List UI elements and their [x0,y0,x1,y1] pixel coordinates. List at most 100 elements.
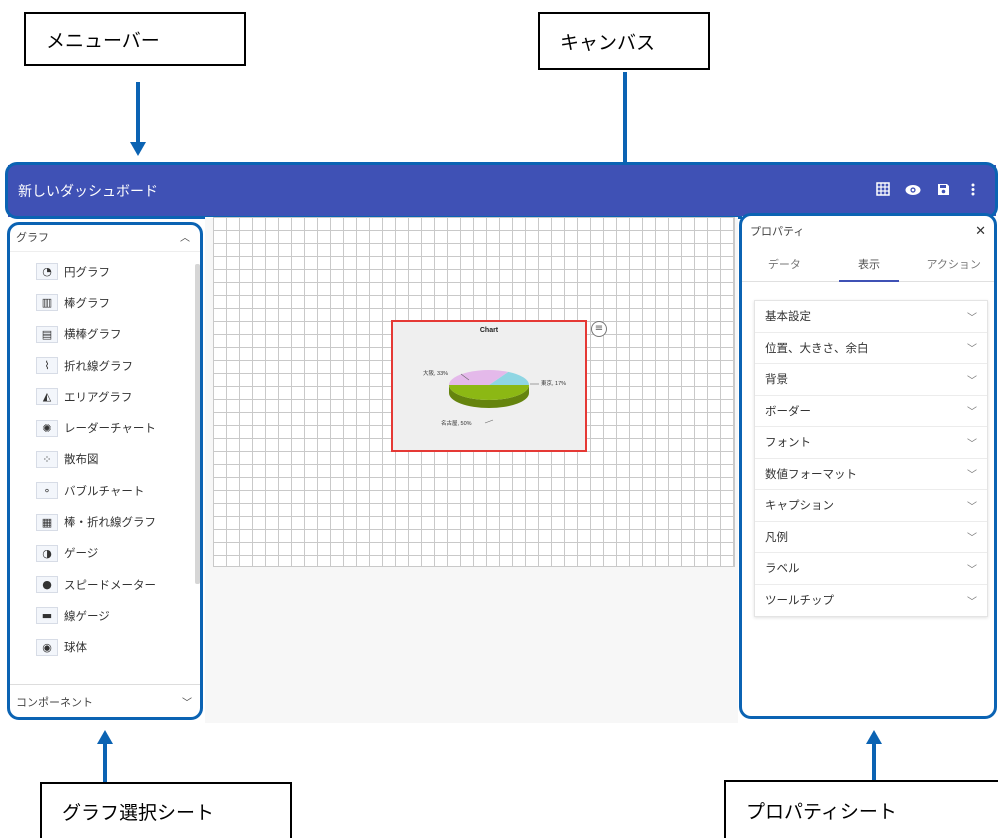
bubble-chart-icon: ∘ [36,482,58,500]
chevron-down-icon: ﹀ [967,564,977,576]
bar-chart-icon: ▥ [36,294,58,312]
graph-type-label: 円グラフ [64,264,110,279]
graph-type-item[interactable]: ⁘ 散布図 [10,444,202,475]
property-section[interactable]: ツールチップ ﹀ [755,585,987,617]
pie-data-label: 東京, 17% [541,379,566,387]
graph-list-scrollbar[interactable] [195,264,200,584]
chart-title: Chart [480,327,499,334]
tab-2[interactable]: アクション [911,246,996,281]
graph-sheet-arrowhead [97,730,113,744]
graph-type-item[interactable]: ◉ 球体 [10,632,202,663]
property-section-label: ツールチップ [765,593,834,608]
graph-type-item[interactable]: ● スピードメーター [10,569,202,600]
graph-section-title: グラフ [16,230,49,244]
graph-type-item[interactable]: ∘ バブルチャート [10,475,202,506]
component-section-header[interactable]: コンポーネント ﹀ [10,684,202,718]
chevron-down-icon: ﹀ [967,438,977,450]
grid-icon[interactable] [874,182,892,200]
property-section[interactable]: 位置、大きさ、余白 ﹀ [755,333,987,364]
graph-sheet-callout: グラフ選択シート [40,782,292,838]
property-sheet-callout-label: プロパティシート [746,800,897,823]
property-section-label: ボーダー [765,403,811,418]
property-section[interactable]: 背景 ﹀ [755,364,987,396]
graph-type-label: 線ゲージ [64,608,110,623]
more-vert-icon[interactable] [964,182,982,200]
property-section-label: 背景 [765,372,788,387]
bar-line-chart-icon: ▦ [36,513,58,531]
graph-type-item[interactable]: ▥ 棒グラフ [10,287,202,318]
canvas-callout-label: キャンバス [560,31,656,54]
graph-type-item[interactable]: ◑ ゲージ [10,538,202,569]
linear-gauge-icon: ▬ [36,607,58,625]
radar-chart-icon: ✺ [36,419,58,437]
canvas-grid[interactable]: Chart 東京, 17% 名古屋, 50% 大阪, 33% ≡ [213,217,735,567]
graph-type-label: 折れ線グラフ [64,358,133,373]
chevron-down-icon: ﹀ [967,375,977,387]
menu-bar: 新しいダッシュボード [8,165,996,217]
chart-menu-icon[interactable]: ≡ [591,321,607,337]
property-section[interactable]: フォント ﹀ [755,427,987,459]
graph-type-label: スピードメーター [64,577,156,592]
menubar-arrowhead [130,142,146,156]
graph-type-label: 散布図 [64,452,99,467]
area-chart-icon: ◭ [36,388,58,406]
property-section[interactable]: ボーダー ﹀ [755,396,987,427]
chevron-down-icon[interactable]: ﹀ [182,694,192,709]
chevron-up-icon[interactable]: ︿ [180,229,190,244]
graph-type-item[interactable]: ▦ 棒・折れ線グラフ [10,506,202,537]
chevron-down-icon: ﹀ [967,533,977,545]
graph-type-label: 球体 [64,640,87,655]
gauge-icon: ◑ [36,544,58,562]
property-section-label: キャプション [765,498,834,513]
menubar-arrow [136,82,140,142]
chart-widget[interactable]: Chart 東京, 17% 名古屋, 50% 大阪, 33% [391,320,587,452]
graph-sheet-callout-label: グラフ選択シート [62,801,215,824]
tab-0[interactable]: データ [742,246,827,281]
eye-icon[interactable] [904,182,922,200]
chevron-down-icon: ﹀ [967,344,977,356]
property-sheet-arrowhead [866,730,882,744]
dashboard-title[interactable]: 新しいダッシュボード [18,181,874,201]
graph-type-item[interactable]: ⌇ 折れ線グラフ [10,350,202,381]
save-icon[interactable] [934,182,952,200]
property-section-label: 数値フォーマット [765,466,857,481]
graph-type-item[interactable]: ▬ 線ゲージ [10,600,202,631]
graph-sheet-arrow [103,744,107,782]
canvas-callout: キャンバス [538,12,710,70]
horizontal-bar-chart-icon: ▤ [36,325,58,343]
property-sheet-callout: プロパティシート [724,780,998,838]
speedometer-icon: ● [36,576,58,594]
chevron-down-icon: ﹀ [967,407,977,419]
graph-type-label: 棒・折れ線グラフ [64,515,156,530]
property-section-label: ラベル [765,561,800,576]
property-section[interactable]: ラベル ﹀ [755,553,987,585]
property-tabs: データ 表示 アクション [742,246,996,282]
property-sections: 基本設定 ﹀ 位置、大きさ、余白 ﹀ 背景 ﹀ ボーダー ﹀ フォント ﹀ 数値フォーマット ﹀ キャプ… [754,300,988,617]
property-section[interactable]: 基本設定 ﹀ [755,301,987,333]
pie-data-label: 名古屋, 50% [441,419,472,427]
pie-chart: Chart 東京, 17% 名古屋, 50% 大阪, 33% [423,327,566,427]
graph-section-header[interactable]: グラフ ︿ [10,222,202,252]
graph-type-label: 横棒グラフ [64,327,122,342]
property-section[interactable]: キャプション ﹀ [755,490,987,522]
property-section[interactable]: 数値フォーマット ﹀ [755,459,987,490]
graph-type-label: 棒グラフ [64,295,110,310]
property-sheet: プロパティ ✕ データ 表示 アクション 基本設定 ﹀ 位置、大きさ、余白 ﹀ 背景 ﹀ ボーダ… [742,216,996,716]
canvas[interactable]: Chart 東京, 17% 名古屋, 50% 大阪, 33% ≡ [205,217,738,723]
property-section[interactable]: 凡例 ﹀ [755,522,987,553]
menubar-callout: メニューバー [24,12,246,66]
graph-type-item[interactable]: ◔ 円グラフ [10,256,202,287]
property-section-label: 基本設定 [765,309,811,324]
tab-1[interactable]: 表示 [827,246,912,282]
line-chart-icon: ⌇ [36,357,58,375]
close-icon[interactable]: ✕ [975,224,986,239]
graph-type-item[interactable]: ▤ 横棒グラフ [10,319,202,350]
graph-type-item[interactable]: ✺ レーダーチャート [10,412,202,443]
graph-type-item[interactable]: ◭ エリアグラフ [10,381,202,412]
graph-type-label: レーダーチャート [64,421,156,436]
chevron-down-icon: ﹀ [967,501,977,513]
pie-chart-icon: ◔ [36,263,58,281]
property-section-label: 凡例 [765,529,788,544]
chevron-down-icon: ﹀ [967,312,977,324]
property-header: プロパティ ✕ [742,216,996,246]
